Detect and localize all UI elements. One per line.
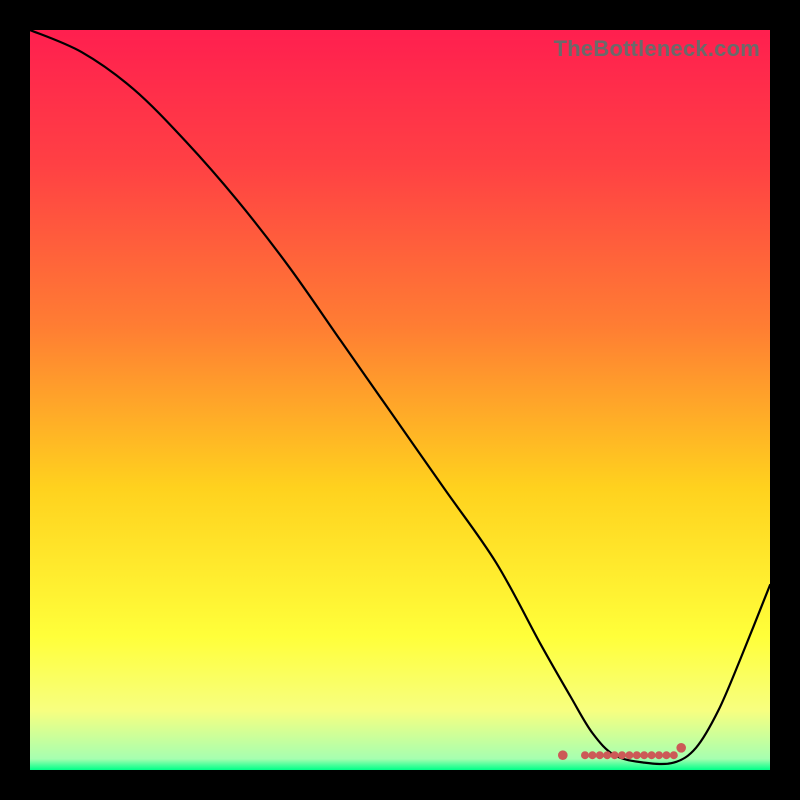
watermark-text: TheBottleneck.com	[554, 36, 760, 62]
marker-dot	[633, 751, 641, 759]
marker-dot	[662, 751, 670, 759]
curve-layer	[30, 30, 770, 770]
marker-dot	[611, 751, 619, 759]
marker-dot	[676, 743, 686, 753]
marker-dot	[655, 751, 663, 759]
marker-dot	[558, 750, 568, 760]
marker-dot	[648, 751, 656, 759]
marker-dot	[581, 751, 589, 759]
marker-dot	[618, 751, 626, 759]
marker-dot	[588, 751, 596, 759]
chart-frame: TheBottleneck.com	[0, 0, 800, 800]
plot-area: TheBottleneck.com	[30, 30, 770, 770]
marker-dot	[640, 751, 648, 759]
marker-dot	[625, 751, 633, 759]
bottleneck-curve	[30, 30, 770, 764]
marker-dot	[603, 751, 611, 759]
marker-dot	[596, 751, 604, 759]
optimal-band-marker	[558, 743, 686, 760]
marker-dot	[670, 751, 678, 759]
